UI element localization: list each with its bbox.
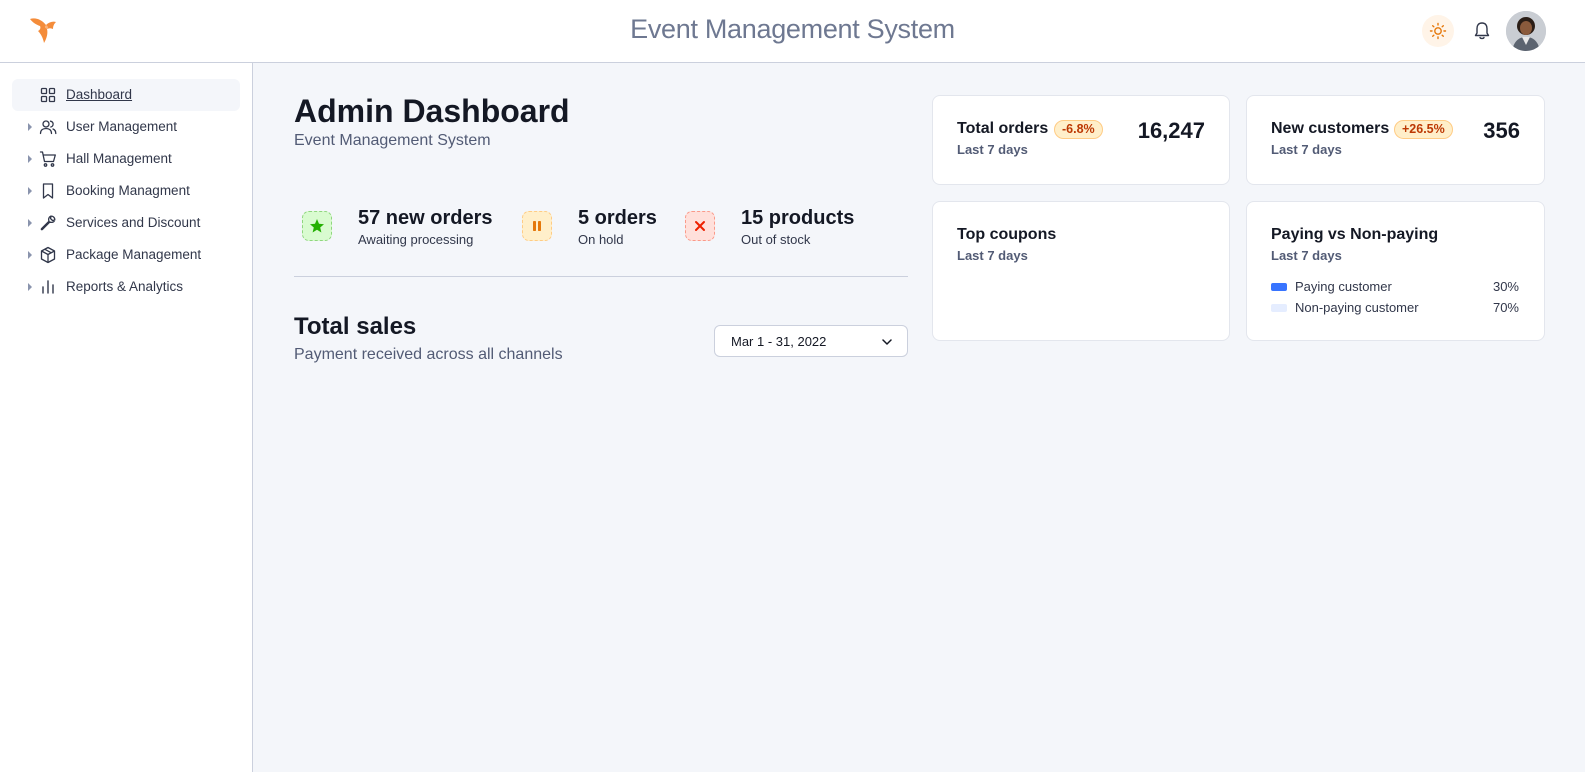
sidebar-item-reports-analytics[interactable]: Reports & Analytics xyxy=(12,271,240,303)
pause-icon xyxy=(522,211,552,241)
legend-percent: 70% xyxy=(1492,300,1519,315)
caret-right-icon xyxy=(28,155,32,163)
bookmark-icon xyxy=(39,182,57,200)
legend-item-non-paying: Non-paying customer 70% xyxy=(1271,299,1519,317)
caret-right-icon xyxy=(28,123,32,131)
stat-caption: Awaiting processing xyxy=(358,232,474,247)
stat-value: 15 products xyxy=(741,207,855,229)
sidebar-item-label: Dashboard xyxy=(66,87,133,102)
bell-icon xyxy=(1474,22,1490,40)
sidebar-item-label: Reports & Analytics xyxy=(66,279,184,294)
sales-title: Total sales xyxy=(294,313,417,340)
package-icon xyxy=(39,246,57,264)
card-title: Top coupons xyxy=(957,226,1057,243)
card-title: New customers xyxy=(1271,120,1390,137)
legend-item-paying: Paying customer 30% xyxy=(1271,278,1519,296)
sidebar-item-label: Hall Management xyxy=(66,151,172,166)
notifications-button[interactable] xyxy=(1466,15,1498,47)
chevron-down-icon xyxy=(881,336,893,348)
sidebar-item-services-and-discount[interactable]: Services and Discount xyxy=(12,207,240,239)
grid-icon xyxy=(39,86,57,104)
sidebar-item-hall-management[interactable]: Hall Management xyxy=(12,143,240,175)
sidebar-item-label: Booking Managment xyxy=(66,183,190,198)
card-period: Last 7 days xyxy=(957,142,1028,157)
page-title: Admin Dashboard xyxy=(294,93,570,129)
card-value: 16,247 xyxy=(1137,118,1205,143)
sales-subtitle: Payment received across all channels xyxy=(294,346,563,363)
sidebar-item-package-management[interactable]: Package Management xyxy=(12,239,240,271)
caret-right-icon xyxy=(28,283,32,291)
card-new-customers: New customers +26.5% 356 Last 7 days xyxy=(1246,95,1545,185)
sidebar-item-label: Package Management xyxy=(66,247,202,262)
sidebar: Dashboard User Management Hall Managemen… xyxy=(0,63,253,772)
stat-value: 5 orders xyxy=(578,207,657,229)
avatar[interactable] xyxy=(1506,11,1546,51)
stat-caption: On hold xyxy=(578,232,624,247)
sidebar-nav: Dashboard User Management Hall Managemen… xyxy=(0,63,252,303)
legend-label: Non-paying customer xyxy=(1295,300,1419,315)
caret-right-icon xyxy=(28,219,32,227)
wrench-icon xyxy=(39,214,57,232)
card-period: Last 7 days xyxy=(1271,142,1342,157)
delta-badge: -6.8% xyxy=(1054,120,1103,139)
card-total-orders: Total orders -6.8% 16,247 Last 7 days xyxy=(932,95,1230,185)
page-subtitle: Event Management System xyxy=(294,132,491,149)
card-title: Paying vs Non-paying xyxy=(1271,226,1439,243)
card-top-coupons: Top coupons Last 7 days xyxy=(932,201,1230,341)
date-range-value: Mar 1 - 31, 2022 xyxy=(731,334,827,349)
sun-icon xyxy=(1429,22,1447,40)
legend-swatch xyxy=(1271,283,1287,291)
card-title: Total orders xyxy=(957,120,1049,137)
top-navbar: Event Management System xyxy=(0,0,1585,63)
sidebar-item-label: User Management xyxy=(66,119,178,134)
divider xyxy=(294,276,908,277)
theme-toggle-button[interactable] xyxy=(1422,15,1454,47)
legend-swatch xyxy=(1271,304,1287,312)
app-title: Event Management System xyxy=(630,14,955,44)
sidebar-item-booking-management[interactable]: Booking Managment xyxy=(12,175,240,207)
card-paying-vs-non-paying: Paying vs Non-paying Last 7 days Paying … xyxy=(1246,201,1545,341)
stat-value: 57 new orders xyxy=(358,207,493,229)
stat-new-orders: 57 new orders Awaiting processing xyxy=(302,207,512,251)
stat-caption: Out of stock xyxy=(741,232,811,247)
users-icon xyxy=(39,118,57,136)
stat-orders-on-hold: 5 orders On hold xyxy=(522,207,682,251)
card-value: 356 xyxy=(1483,118,1520,143)
caret-right-icon xyxy=(28,251,32,259)
card-period: Last 7 days xyxy=(1271,248,1342,263)
legend-label: Paying customer xyxy=(1295,279,1392,294)
cart-icon xyxy=(39,150,57,168)
delta-badge: +26.5% xyxy=(1394,120,1453,139)
star-icon xyxy=(302,211,332,241)
sidebar-item-user-management[interactable]: User Management xyxy=(12,111,240,143)
card-period: Last 7 days xyxy=(957,248,1028,263)
stat-out-of-stock: 15 products Out of stock xyxy=(685,207,885,251)
sidebar-item-dashboard[interactable]: Dashboard xyxy=(12,79,240,111)
sidebar-item-label: Services and Discount xyxy=(66,215,201,230)
x-icon xyxy=(685,211,715,241)
legend-percent: 30% xyxy=(1492,279,1519,294)
bar-chart-icon xyxy=(39,278,57,296)
date-range-select[interactable]: Mar 1 - 31, 2022 xyxy=(714,325,908,357)
caret-right-icon xyxy=(28,187,32,195)
